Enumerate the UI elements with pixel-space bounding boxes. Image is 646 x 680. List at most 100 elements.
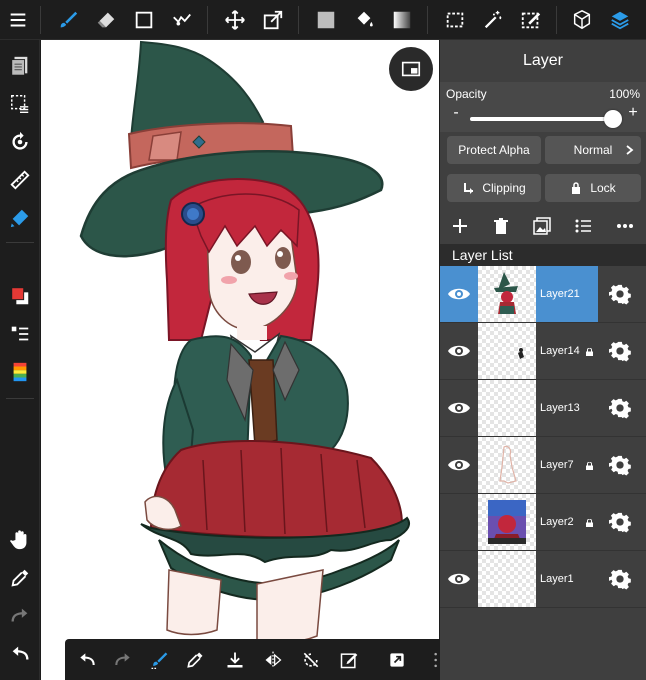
layer-visibility-toggle[interactable] (440, 323, 478, 379)
layer-thumbnail (478, 437, 536, 493)
lock-icon (586, 348, 593, 356)
layer-name-cell: Layer1 (536, 551, 598, 607)
opacity-slider[interactable] (470, 117, 613, 121)
gear-icon (609, 341, 631, 362)
layer-row[interactable]: Layer13 (440, 380, 646, 437)
blend-mode-select[interactable]: Normal (545, 136, 641, 164)
layer-settings-button[interactable] (606, 508, 634, 536)
eye-icon (448, 402, 470, 414)
layer-image-icon[interactable] (528, 212, 556, 240)
opacity-control: Opacity 100% - + (440, 82, 646, 132)
eye-icon (448, 459, 470, 471)
bottom-toolbar (65, 639, 460, 680)
layer-toolbar (440, 208, 646, 246)
layer-visibility-toggle[interactable] (440, 551, 478, 607)
rotate-icon[interactable] (4, 126, 36, 158)
rectangle-icon[interactable] (128, 4, 160, 36)
view-toggle-button[interactable] (389, 47, 433, 91)
eraser-icon[interactable] (90, 4, 122, 36)
layer-settings-button[interactable] (606, 565, 634, 593)
bucket-icon[interactable] (348, 4, 380, 36)
brush-settings-icon[interactable] (143, 644, 175, 676)
pages-icon[interactable] (4, 50, 36, 82)
rotate-reset-icon[interactable] (295, 644, 327, 676)
toolbar-divider (427, 6, 428, 34)
lock-icon (572, 182, 581, 194)
lock-button[interactable]: Lock (545, 174, 641, 202)
export-icon[interactable] (381, 644, 413, 676)
lasso-icon[interactable] (166, 4, 198, 36)
layer-thumbnail (478, 380, 536, 436)
undo-icon[interactable] (71, 644, 103, 676)
eyedropper-icon[interactable] (179, 644, 211, 676)
layer-row[interactable]: Layer2 (440, 494, 646, 551)
ruler-icon[interactable] (4, 164, 36, 196)
layer-name-cell: Layer21 (536, 266, 598, 322)
gradient-icon[interactable] (386, 4, 418, 36)
selection-pen-icon[interactable] (515, 4, 547, 36)
toolbar-divider (40, 6, 41, 34)
brush-icon[interactable] (52, 4, 84, 36)
redo-icon[interactable] (107, 644, 139, 676)
edit-icon[interactable] (333, 644, 365, 676)
layer-name: Layer7 (540, 458, 574, 471)
layer-settings-button[interactable] (606, 280, 634, 308)
eyedropper-icon[interactable] (4, 562, 36, 594)
lock-icon (586, 462, 593, 470)
layer-visibility-toggle[interactable] (440, 266, 478, 322)
toolbar-divider (298, 6, 299, 34)
layer-visibility-toggle[interactable] (440, 437, 478, 493)
protect-alpha-button[interactable]: Protect Alpha (447, 136, 541, 164)
left-toolbar (0, 40, 40, 680)
transform-icon[interactable] (257, 4, 289, 36)
window-icon (401, 61, 421, 77)
panel-title: Layer (522, 52, 564, 69)
hand-icon[interactable] (4, 524, 36, 556)
layer-name: Layer21 (540, 287, 580, 300)
drawing-canvas[interactable] (41, 40, 439, 680)
fill-pen-icon[interactable] (4, 202, 36, 234)
layer-settings-button[interactable] (606, 451, 634, 479)
layer-list-icon[interactable] (569, 212, 597, 240)
more-options-icon[interactable] (611, 212, 639, 240)
3d-icon[interactable] (566, 4, 598, 36)
color-icon[interactable] (4, 280, 36, 312)
move-icon[interactable] (219, 4, 251, 36)
redo-icon[interactable] (4, 600, 36, 632)
undo-icon[interactable] (4, 638, 36, 670)
layer-row[interactable]: Layer21 (440, 266, 646, 323)
layers-icon[interactable] (604, 4, 636, 36)
layer-list-title: Layer List (440, 244, 646, 266)
selection-icon[interactable] (439, 4, 471, 36)
blend-mode-value: Normal (573, 143, 613, 157)
menu-icon[interactable] (2, 4, 34, 36)
layer-row[interactable]: Layer1 (440, 551, 646, 608)
gear-icon (609, 455, 631, 476)
clipping-button[interactable]: Clipping (447, 174, 541, 202)
save-icon[interactable] (219, 644, 251, 676)
palette-icon[interactable] (4, 356, 36, 388)
opacity-slider-knob[interactable] (604, 110, 622, 128)
flip-icon[interactable] (257, 644, 289, 676)
layer-settings-button[interactable] (606, 394, 634, 422)
opacity-increase-button[interactable]: + (626, 104, 640, 122)
add-layer-icon[interactable] (446, 212, 474, 240)
select-layer-icon[interactable] (4, 88, 36, 120)
layer-order-icon[interactable] (4, 318, 36, 350)
layer-row[interactable]: Layer14 (440, 323, 646, 380)
toolbar-divider (556, 6, 557, 34)
magic-wand-icon[interactable] (477, 4, 509, 36)
layer-settings-button[interactable] (606, 337, 634, 365)
app-window: Layer Opacity 100% - + Protect Alpha Nor… (0, 0, 646, 680)
layer-thumbnail (478, 494, 536, 550)
layer-visibility-toggle[interactable] (440, 380, 478, 436)
opacity-decrease-button[interactable]: - (449, 104, 463, 122)
layer-panel: Layer Opacity 100% - + Protect Alpha Nor… (440, 40, 646, 680)
fill-color-icon[interactable] (310, 4, 342, 36)
layer-visibility-toggle[interactable] (440, 494, 478, 550)
layer-name-cell: Layer13 (536, 380, 598, 436)
eye-icon (448, 345, 470, 357)
clipping-icon (464, 183, 474, 194)
delete-layer-icon[interactable] (487, 212, 515, 240)
layer-row[interactable]: Layer7 (440, 437, 646, 494)
